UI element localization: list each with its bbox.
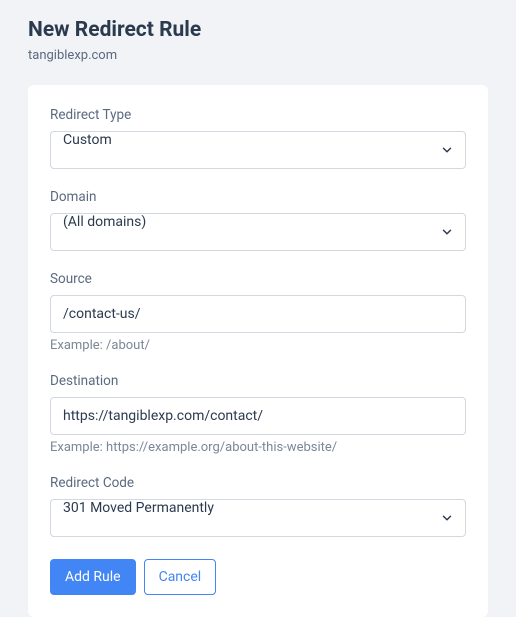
redirect-type-select-wrap: Custom xyxy=(50,131,466,169)
source-group: Source Example: /about/ xyxy=(50,271,466,353)
page-subtitle: tangiblexp.com xyxy=(28,48,488,63)
source-help: Example: /about/ xyxy=(50,338,466,353)
redirect-type-label: Redirect Type xyxy=(50,107,466,123)
destination-label: Destination xyxy=(50,373,466,389)
form-card: Redirect Type Custom Domain (All domains… xyxy=(28,85,488,617)
destination-help: Example: https://example.org/about-this-… xyxy=(50,440,466,455)
domain-select[interactable]: (All domains) xyxy=(50,213,466,251)
redirect-type-group: Redirect Type Custom xyxy=(50,107,466,169)
page-title: New Redirect Rule xyxy=(28,18,488,42)
domain-group: Domain (All domains) xyxy=(50,189,466,251)
destination-group: Destination Example: https://example.org… xyxy=(50,373,466,455)
redirect-type-select[interactable]: Custom xyxy=(50,131,466,169)
button-row: Add Rule Cancel xyxy=(50,559,466,595)
cancel-button[interactable]: Cancel xyxy=(144,559,217,595)
destination-input[interactable] xyxy=(50,397,466,435)
redirect-code-group: Redirect Code 301 Moved Permanently xyxy=(50,475,466,537)
source-label: Source xyxy=(50,271,466,287)
redirect-code-select[interactable]: 301 Moved Permanently xyxy=(50,499,466,537)
redirect-code-label: Redirect Code xyxy=(50,475,466,491)
add-rule-button[interactable]: Add Rule xyxy=(50,559,136,595)
domain-label: Domain xyxy=(50,189,466,205)
domain-select-wrap: (All domains) xyxy=(50,213,466,251)
source-input[interactable] xyxy=(50,295,466,333)
redirect-code-select-wrap: 301 Moved Permanently xyxy=(50,499,466,537)
